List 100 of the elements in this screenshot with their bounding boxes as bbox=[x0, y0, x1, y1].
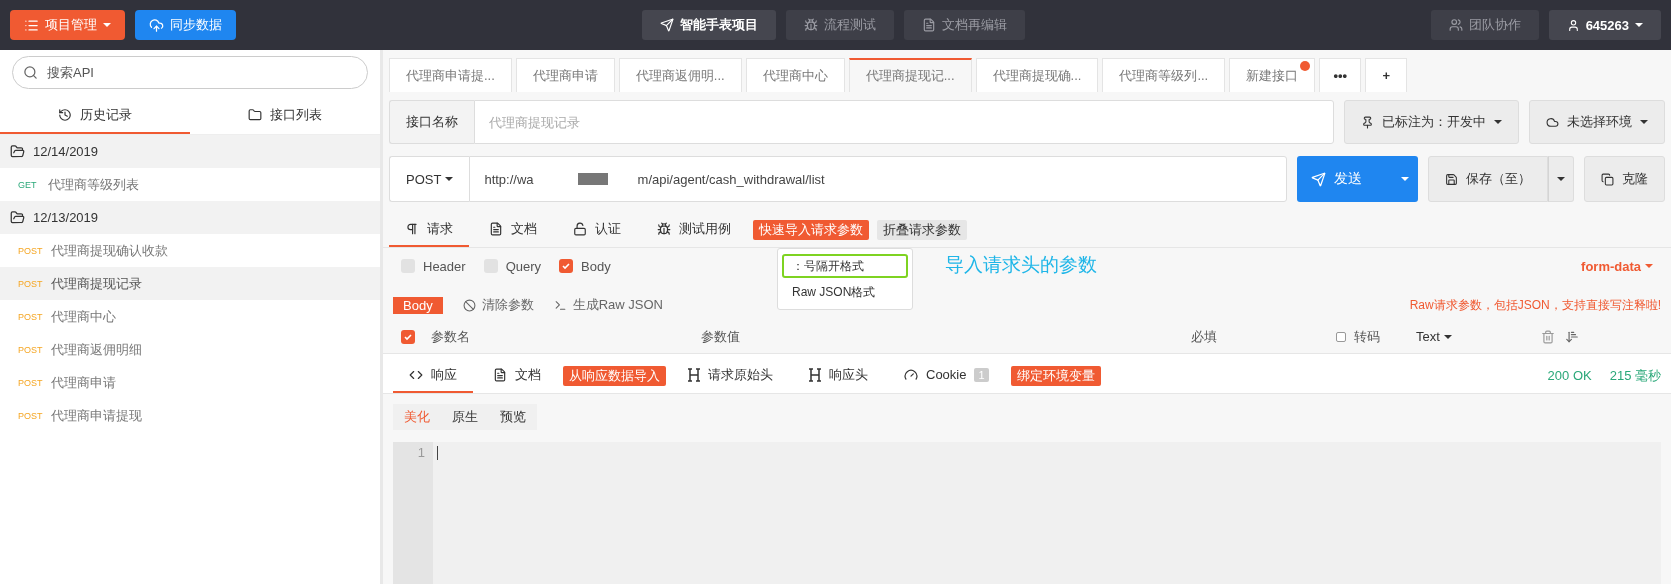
document-tab[interactable]: 代理商返佣明... bbox=[618, 58, 742, 92]
caret-icon bbox=[445, 177, 454, 181]
column-header: 参数名 bbox=[431, 327, 471, 346]
user-button[interactable]: 645263 bbox=[1548, 10, 1661, 40]
tab[interactable]: 请求 bbox=[389, 212, 469, 247]
view-tab[interactable]: 预览 bbox=[489, 404, 537, 430]
caret-icon bbox=[1443, 334, 1452, 339]
document-tab[interactable]: 代理商提现确... bbox=[975, 58, 1099, 92]
api-name: 代理商等级列表 bbox=[48, 175, 139, 194]
column-header: 必填 bbox=[1191, 327, 1218, 346]
history-item[interactable]: POST 代理商提现记录 bbox=[0, 267, 380, 300]
sync-button[interactable]: 同步数据 bbox=[135, 10, 236, 40]
project-button[interactable]: 文档再编辑 bbox=[903, 10, 1025, 40]
save-button[interactable]: 保存（至） bbox=[1428, 156, 1548, 202]
unlock-icon bbox=[573, 221, 587, 236]
type-dropdown[interactable]: Text bbox=[1416, 329, 1452, 344]
document-tab[interactable]: 代理商申请提... bbox=[389, 58, 512, 92]
method-label: POST bbox=[18, 344, 43, 355]
history-icon bbox=[58, 107, 72, 122]
pin-icon bbox=[1361, 115, 1374, 129]
view-tab[interactable]: 原生 bbox=[441, 404, 489, 430]
trash-icon[interactable] bbox=[1541, 329, 1555, 344]
date-group-row[interactable]: 12/14/2019 bbox=[0, 135, 380, 168]
heading-icon bbox=[809, 367, 821, 382]
line-number: 1 bbox=[416, 445, 425, 460]
tab[interactable]: 测试用例 bbox=[641, 212, 747, 247]
folder-icon bbox=[10, 210, 25, 225]
heading-icon bbox=[688, 367, 700, 382]
api-name: 代理商中心 bbox=[50, 307, 116, 326]
checkmark-icon bbox=[403, 331, 413, 342]
checkbox[interactable]: 转码 bbox=[1336, 327, 1380, 346]
caret-icon bbox=[1640, 120, 1648, 124]
api-name: 代理商申请 bbox=[50, 373, 116, 392]
method-label: POST bbox=[18, 377, 43, 388]
pilcrow-icon bbox=[405, 221, 419, 236]
terminal-icon bbox=[553, 298, 567, 312]
tab-action-button[interactable]: ••• bbox=[1319, 58, 1362, 92]
tab[interactable]: 响应 bbox=[393, 358, 473, 393]
sidebar-tab[interactable]: 接口列表 bbox=[190, 97, 380, 134]
document-tab[interactable]: 代理商申请 bbox=[515, 58, 615, 92]
project-button[interactable]: 流程测试 bbox=[785, 10, 894, 40]
url-field[interactable]: http://wa m/api/agent/cash_withdrawal/list bbox=[469, 156, 1287, 202]
tab[interactable]: 认证 bbox=[557, 212, 637, 247]
redacted-block bbox=[577, 173, 608, 185]
caret-icon bbox=[103, 23, 111, 27]
save-icon bbox=[1445, 172, 1458, 186]
tab[interactable]: 文档 bbox=[473, 212, 553, 247]
user-icon bbox=[1566, 18, 1580, 32]
url-text: m/api/agent/cash_withdrawal/list bbox=[637, 171, 825, 187]
document-icon bbox=[493, 367, 507, 382]
bug-icon bbox=[657, 221, 671, 236]
document-tab[interactable]: 代理商等级列... bbox=[1102, 58, 1226, 92]
folder-icon bbox=[10, 144, 25, 159]
caret-icon bbox=[1645, 264, 1653, 268]
name-field[interactable]: 代理商提现记录 bbox=[474, 100, 1334, 144]
send-dropdown-button[interactable] bbox=[1392, 156, 1418, 202]
list-icon bbox=[24, 17, 39, 33]
tab-action-button[interactable]: + bbox=[1365, 58, 1408, 92]
document-tab[interactable]: 新建接口 bbox=[1229, 58, 1316, 92]
checkbox[interactable]: Query bbox=[483, 258, 542, 274]
api-name: 代理商提现确认收款 bbox=[50, 241, 168, 260]
checkbox[interactable] bbox=[401, 329, 415, 344]
tab[interactable]: 响应头 bbox=[793, 358, 884, 393]
column-header: 参数值 bbox=[701, 327, 741, 346]
environment-button[interactable]: 未选择环境 bbox=[1529, 100, 1665, 144]
document-tab[interactable]: 代理商提现记... bbox=[848, 58, 972, 92]
api-name: 代理商申请提现 bbox=[50, 406, 142, 425]
caret-icon bbox=[1494, 120, 1502, 124]
tab[interactable]: 文档 bbox=[477, 358, 557, 393]
copy-icon bbox=[1601, 172, 1614, 186]
send-button[interactable]: 发送 bbox=[1297, 156, 1392, 202]
bug-icon bbox=[803, 18, 818, 32]
menu-item[interactable]: ：号隔开格式 bbox=[782, 254, 908, 278]
generate-json-link[interactable]: 生成Raw JSON bbox=[553, 296, 663, 314]
checkbox[interactable]: Header bbox=[401, 258, 466, 274]
clone-button[interactable]: 克隆 bbox=[1584, 156, 1665, 202]
checkbox[interactable]: Body bbox=[559, 258, 611, 274]
paper-plane-icon bbox=[659, 18, 674, 32]
status-button[interactable]: 已标注为：开发中 bbox=[1344, 100, 1519, 144]
annotation-text: 导入请求头的参数 bbox=[945, 253, 1097, 277]
method-dropdown[interactable]: POST bbox=[389, 156, 470, 202]
clear-params-link[interactable]: 清除参数 bbox=[462, 296, 534, 314]
method-label: POST bbox=[18, 278, 43, 289]
project-button[interactable]: 智能手表项目 bbox=[641, 10, 776, 40]
document-icon bbox=[921, 18, 936, 32]
status-text: 200 OK bbox=[1547, 368, 1592, 383]
folder-icon bbox=[248, 107, 262, 122]
tag-button[interactable]: 折叠请求参数 bbox=[877, 219, 967, 240]
team-button[interactable]: 团队协作 bbox=[1430, 10, 1539, 40]
method-label: POST bbox=[18, 311, 43, 322]
sort-icon[interactable] bbox=[1565, 329, 1579, 344]
caret-icon bbox=[1401, 177, 1409, 181]
method-label: POST bbox=[18, 410, 43, 421]
tab[interactable]: 请求原始头 bbox=[672, 358, 789, 393]
url-text: http://wa bbox=[484, 171, 534, 187]
search-field[interactable]: 搜索API bbox=[12, 56, 368, 89]
caret-icon bbox=[1557, 177, 1565, 181]
users-icon bbox=[1448, 18, 1463, 32]
date-group-row[interactable]: 12/13/2019 bbox=[0, 201, 380, 234]
document-tab[interactable]: 代理商中心 bbox=[745, 58, 845, 92]
